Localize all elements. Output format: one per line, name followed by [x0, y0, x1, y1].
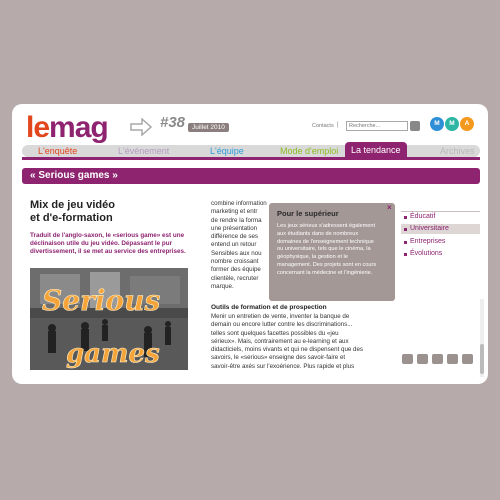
- intro-line: Traduit de l'anglo-saxon, le «serious ga…: [30, 232, 185, 239]
- article-title-line: et d'e-formation: [30, 212, 113, 224]
- article-title: Mix de jeu vidéo et d'e-formation: [30, 199, 170, 225]
- print-icon[interactable]: [402, 354, 413, 364]
- tab-mode-emploi[interactable]: Mode d'emploi: [280, 145, 338, 157]
- bullet-icon: [404, 216, 407, 219]
- tab-la-tendance[interactable]: La tendance: [345, 142, 407, 158]
- email-icon[interactable]: [447, 354, 458, 364]
- popup-body: Les jeux sérieux s'adressent également a…: [277, 223, 391, 278]
- badge-m2-icon[interactable]: M: [445, 117, 459, 131]
- intro-line: déclinaison utile du jeu vidéo. Dépassan…: [30, 240, 173, 247]
- popup-title: Pour le supérieur: [277, 209, 339, 218]
- hero-text-games: games: [66, 339, 160, 369]
- popup-line: ou universitaire, tels que le cinéma, la: [277, 246, 371, 253]
- article-title-line: Mix de jeu vidéo: [30, 199, 115, 211]
- bullet-icon: [404, 228, 407, 231]
- tab-archives[interactable]: Archives: [440, 145, 475, 157]
- scrollbar-thumb[interactable]: [480, 344, 484, 374]
- popup-line: management. Des projets sont en cours: [277, 261, 377, 268]
- article-body-bottom: Menir un entretien de vente, inventer la…: [211, 313, 379, 371]
- sidebar-item-educatif[interactable]: Éducatif: [410, 213, 435, 220]
- sidebar-divider: [401, 211, 480, 212]
- logo-le: le: [26, 111, 50, 144]
- popup-line: géophysique, la gestion et le: [277, 254, 348, 261]
- tab-equipe[interactable]: L'équipe: [210, 145, 244, 157]
- article-subhead: Outils de formation et de prospection: [211, 304, 327, 311]
- search-input[interactable]: [346, 121, 408, 131]
- popup-line: Les jeux sérieux s'adressent également: [277, 223, 376, 229]
- section-title: « Serious games »: [30, 170, 118, 181]
- virtual-scene-illustration: Serious games: [30, 268, 188, 370]
- header-separator: |: [337, 122, 339, 128]
- bullet-icon: [404, 241, 407, 244]
- sidebar-item-universitaire[interactable]: Universitaire: [410, 225, 449, 232]
- badge-m1-icon[interactable]: M: [430, 117, 444, 131]
- info-popup: Pour le supérieur × Les jeux sérieux s'a…: [269, 203, 395, 301]
- body-line: savoirs, le «serious» enseigne des savoi…: [211, 354, 346, 362]
- issue-number: #38: [160, 114, 186, 131]
- tab-evenement[interactable]: L'événement: [118, 145, 169, 157]
- serious-games-image: Serious games: [30, 268, 188, 370]
- article-intro: Traduit de l'anglo-saxon, le «serious ga…: [30, 232, 198, 256]
- body-line: telles sont quelques facettes possibles …: [211, 329, 339, 337]
- body-line: Menir un entretien de vente, inventer la…: [211, 313, 350, 320]
- popup-line: concernant la médecine et l'ingénierie.: [277, 269, 373, 276]
- popup-line: domaines de l'enseignement technique: [277, 238, 374, 245]
- hero-text-serious: Serious: [42, 284, 160, 317]
- close-icon[interactable]: ×: [387, 203, 392, 212]
- section-banner: « Serious games »: [22, 168, 480, 184]
- issue-date: Juillet 2010: [188, 123, 229, 132]
- send-icon[interactable]: [432, 354, 443, 364]
- badge-a-icon[interactable]: A: [460, 117, 474, 131]
- lemag-logo[interactable]: lemag: [26, 110, 109, 146]
- body-line: sérieux». Mais, contrairement au e-learn…: [211, 337, 349, 345]
- sidebar-item-entreprises[interactable]: Entreprises: [410, 238, 445, 245]
- logo-mag: mag: [49, 111, 109, 144]
- sidebar-item-evolutions[interactable]: Évolutions: [410, 250, 442, 257]
- body-line: didacticiels, moins vivants et qui ne di…: [211, 346, 364, 354]
- intro-line: divertissement, il se met au service des…: [30, 248, 186, 255]
- search-button[interactable]: [410, 121, 420, 131]
- contacts-link[interactable]: Contacts: [312, 123, 334, 129]
- page-window: lemag #38 Juillet 2010 Contacts | M M A …: [12, 104, 488, 384]
- popup-line: aux étudiants dans de nombreux: [277, 230, 359, 237]
- arrow-right-icon: [130, 118, 152, 136]
- body-line: demain ou encore lutter contre les discr…: [211, 321, 353, 329]
- body-line: savoir-être axés sur l'exoérience. Plus …: [211, 362, 355, 370]
- main-nav: L'enquête L'événement L'équipe Mode d'em…: [22, 142, 480, 158]
- share-icon[interactable]: [462, 354, 473, 364]
- tab-enquete[interactable]: L'enquête: [38, 145, 77, 157]
- nav-underline: [22, 157, 480, 160]
- bullet-icon: [404, 253, 407, 256]
- zoom-icon[interactable]: [417, 354, 428, 364]
